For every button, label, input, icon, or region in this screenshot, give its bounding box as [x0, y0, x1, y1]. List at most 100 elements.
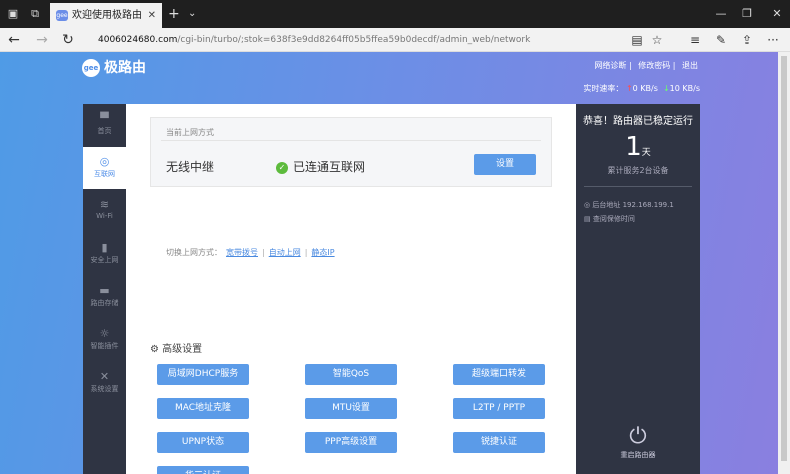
address-bar: ← → ↻ 4006024680.com/cgi-bin/turbo/;stok…: [0, 28, 790, 52]
wrench-icon: ✕: [99, 370, 110, 383]
sidebar-item-label: Wi-Fi: [96, 212, 113, 220]
wifi-icon: ≋: [99, 198, 110, 211]
url-field[interactable]: 4006024680.com/cgi-bin/turbo/;stok=638f3…: [98, 28, 618, 52]
refresh-icon[interactable]: ↻: [54, 28, 82, 52]
web-note-icon[interactable]: ✎: [708, 28, 734, 52]
sidebar-item-internet[interactable]: ◎ 互联网: [83, 147, 126, 189]
uptime-days-value: 1: [625, 132, 642, 162]
sidebar-item-label: 智能插件: [90, 342, 119, 350]
sidebar-item-security[interactable]: ▮ 安全上网: [83, 233, 126, 275]
static-ip-link[interactable]: 静态IP: [311, 248, 334, 257]
logo-mark-icon: gee: [82, 59, 100, 77]
logout-link[interactable]: 退出: [682, 61, 698, 70]
mtu-button[interactable]: MTU设置: [305, 398, 397, 419]
info-icon: ◎: [584, 201, 591, 209]
scrollbar[interactable]: [778, 52, 790, 474]
sidebar-item-home[interactable]: ▀ 首页: [83, 104, 126, 146]
main-content: 当前上网方式 无线中继 ✓ 已连通互联网 设置 切换上网方式： 宽带拨号 | 自动上网 |…: [126, 104, 576, 474]
network-status-box: 当前上网方式 无线中继 ✓ 已连通互联网 设置: [150, 117, 552, 187]
lock-icon: ▮: [101, 241, 108, 254]
hub-icon[interactable]: ≡: [682, 28, 708, 52]
ppp-advanced-button[interactable]: PPP高级设置: [305, 432, 397, 453]
home-icon: ▀: [100, 112, 109, 125]
auto-dhcp-link[interactable]: 自动上网: [269, 248, 301, 257]
switch-mode-row: 切换上网方式： 宽带拨号 | 自动上网 | 静态IP: [166, 248, 335, 257]
globe-icon: ◎: [99, 155, 110, 168]
favicon-icon: gee: [56, 10, 68, 21]
more-icon[interactable]: ···: [760, 28, 786, 52]
sidebar-item-label: 系统设置: [90, 385, 119, 393]
speed-label: 实时速率：: [583, 84, 624, 93]
warranty-text: 查阅保修时间: [592, 215, 635, 223]
sidebar-item-label: 首页: [97, 127, 112, 135]
url-host: 4006024680.com: [98, 35, 178, 45]
pppoe-link[interactable]: 宽带拨号: [226, 248, 258, 257]
sidebar-item-label: 路由存储: [90, 299, 119, 307]
divider: [584, 186, 692, 187]
status-panel: 恭喜！路由器已稳定运行 1天 累计服务2台设备 ◎ 后台地址 192.168.1…: [576, 104, 700, 474]
switch-mode-label: 切换上网方式：: [166, 248, 222, 257]
sidebar-item-wifi[interactable]: ≋ Wi-Fi: [83, 190, 126, 232]
admin-address: ◎ 后台地址 192.168.199.1: [584, 200, 674, 210]
uptime-days-unit: 天: [641, 148, 651, 158]
gear-icon: ⚙: [150, 344, 159, 355]
uptime-title: 恭喜！路由器已稳定运行: [583, 116, 693, 127]
browser-tab[interactable]: gee 欢迎使用极路由 ✕: [50, 3, 162, 28]
tab-dropdown-icon[interactable]: ⌄: [188, 0, 196, 28]
scrollbar-thumb[interactable]: [781, 56, 787, 461]
favorite-star-icon[interactable]: ☆: [644, 28, 670, 52]
sidebar-item-settings[interactable]: ✕ 系统设置: [83, 362, 126, 404]
l2tp-pptp-button[interactable]: L2TP / PPTP: [453, 398, 545, 419]
devices-served: 累计服务2台设备: [607, 166, 669, 175]
sidebar-item-label: 安全上网: [90, 256, 119, 264]
sidebar-item-storage[interactable]: ▬ 路由存储: [83, 276, 126, 318]
warranty-link[interactable]: ▤ 查阅保修时间: [584, 214, 635, 224]
close-tab-icon[interactable]: ✕: [148, 3, 156, 28]
ruijie-auth-button[interactable]: 锐捷认证: [453, 432, 545, 453]
top-links: 网络诊断 | 修改密码 | 退出: [594, 61, 698, 70]
download-speed: 10 KB/s: [669, 84, 700, 93]
plugin-icon: ☼: [99, 327, 110, 340]
upload-speed: 0 KB/s: [632, 84, 658, 93]
dhcp-button[interactable]: 局域网DHCP服务: [157, 364, 249, 385]
folder-icon: ▬: [99, 284, 110, 297]
url-path: /cgi-bin/turbo/;stok=638f3e9dd8264ff05b5…: [177, 35, 531, 45]
mac-clone-button[interactable]: MAC地址克隆: [157, 398, 249, 419]
upload-arrow-icon: ↑: [625, 84, 633, 93]
realtime-speed: 实时速率： ↑0 KB/s ↓10 KB/s: [583, 83, 700, 94]
h3c-auth-button[interactable]: 华三认证: [157, 466, 249, 474]
logo: gee 极路由: [82, 59, 146, 77]
network-diagnose-link[interactable]: 网络诊断: [594, 61, 626, 70]
admin-ip: 192.168.199.1: [622, 201, 674, 209]
network-settings-button[interactable]: 设置: [474, 154, 536, 175]
connection-status-text: 已连通互联网: [293, 160, 366, 174]
check-icon: ✓: [276, 162, 288, 174]
sidebar: ▀ 首页 ◎ 互联网 ≋ Wi-Fi ▮ 安全上网 ▬ 路由存储 ☼ 智能插件 ✕ 系统设置: [83, 104, 126, 474]
upnp-button[interactable]: UPNP状态: [157, 432, 249, 453]
back-icon[interactable]: ←: [0, 28, 28, 52]
qos-button[interactable]: 智能QoS: [305, 364, 397, 385]
reboot-label: 重启路由器: [620, 451, 656, 459]
tab-title: 欢迎使用极路由: [72, 10, 142, 21]
reboot-button[interactable]: ⏻ 重启路由器: [576, 424, 700, 460]
advanced-settings-title: ⚙ 高级设置: [150, 340, 202, 355]
network-box-title: 当前上网方式: [166, 128, 214, 137]
window-close-icon[interactable]: ✕: [754, 0, 790, 28]
forward-icon[interactable]: →: [28, 28, 56, 52]
logo-text: 极路由: [104, 60, 146, 76]
download-arrow-icon: ↓: [662, 84, 670, 93]
new-tab-icon[interactable]: +: [168, 0, 180, 28]
share-icon[interactable]: ⇪: [734, 28, 760, 52]
port-forward-button[interactable]: 超级端口转发: [453, 364, 545, 385]
uptime-days: 1天: [576, 132, 700, 162]
admin-address-label: 后台地址: [592, 201, 621, 209]
tab-aside-icon[interactable]: ⧉: [22, 0, 48, 28]
sidebar-item-plugins[interactable]: ☼ 智能插件: [83, 319, 126, 361]
router-admin-page: gee 极路由 网络诊断 | 修改密码 | 退出 实时速率： ↑0 KB/s ↓1…: [0, 52, 778, 474]
tab-bar: ▣ ⧉ gee 欢迎使用极路由 ✕ + ⌄ — ❐ ✕: [0, 0, 790, 28]
network-mode: 无线中继: [166, 160, 215, 174]
divider: [161, 140, 541, 141]
advanced-settings-label: 高级设置: [162, 344, 203, 355]
change-password-link[interactable]: 修改密码: [638, 61, 670, 70]
doc-icon: ▤: [584, 215, 591, 223]
